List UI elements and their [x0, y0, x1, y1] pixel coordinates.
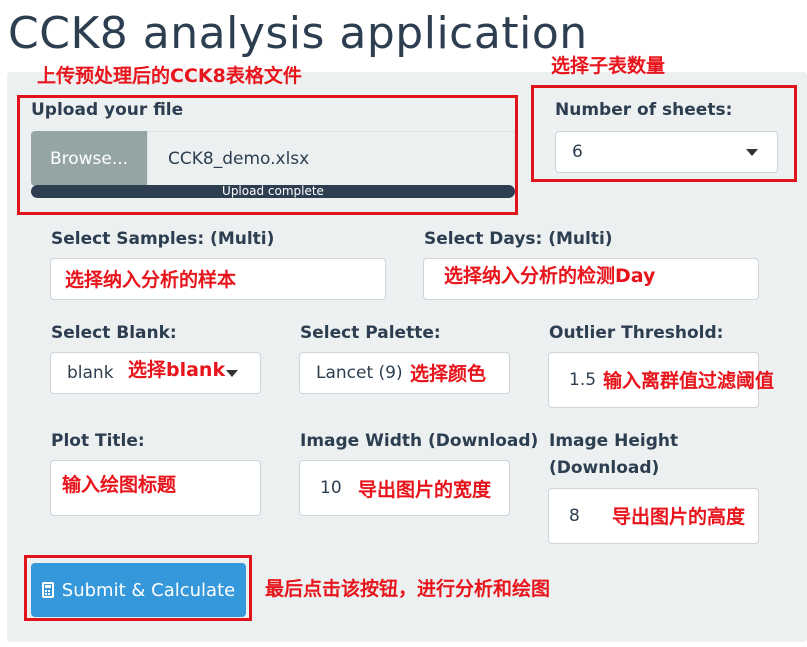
palette-select-value: Lancet (9): [316, 363, 403, 383]
plot-title-label: Plot Title:: [51, 431, 145, 451]
submit-annotation: 最后点击该按钮，进行分析和绘图: [265, 578, 551, 600]
image-height-label: Image Height: [549, 431, 679, 451]
chevron-down-icon: [226, 370, 238, 377]
samples-annotation: 选择纳入分析的样本: [65, 269, 237, 291]
palette-label: Select Palette:: [300, 323, 441, 343]
upload-annotation: 上传预处理后的CCK8表格文件: [37, 65, 302, 87]
image-width-label: Image Width (Download): [300, 431, 539, 451]
blank-label: Select Blank:: [51, 323, 177, 343]
blank-annotation: 选择blank: [128, 359, 226, 381]
outlier-annotation: 输入离群值过滤阈值: [603, 370, 775, 392]
blank-select-value: blank: [67, 363, 114, 383]
image-width-annotation: 导出图片的宽度: [358, 479, 492, 501]
sheets-annotation: 选择子表数量: [551, 55, 666, 77]
sheets-highlight-box: [531, 85, 797, 182]
palette-annotation: 选择颜色: [410, 363, 487, 385]
image-width-value: 10: [320, 478, 342, 498]
image-height-annotation: 导出图片的高度: [612, 506, 746, 528]
image-height-label-line2: (Download): [549, 458, 660, 478]
upload-highlight-box: [17, 95, 518, 215]
samples-label: Select Samples: (Multi): [51, 229, 275, 249]
submit-highlight-box: [24, 555, 252, 621]
outlier-input-value: 1.5: [569, 370, 597, 390]
days-label: Select Days: (Multi): [424, 229, 613, 249]
days-annotation: 选择纳入分析的检测Day: [444, 265, 656, 287]
app-title: CCK8 analysis application: [8, 8, 588, 59]
plot-title-annotation: 输入绘图标题: [62, 474, 177, 496]
outlier-label: Outlier Threshold:: [549, 323, 724, 343]
image-height-value: 8: [569, 506, 580, 526]
